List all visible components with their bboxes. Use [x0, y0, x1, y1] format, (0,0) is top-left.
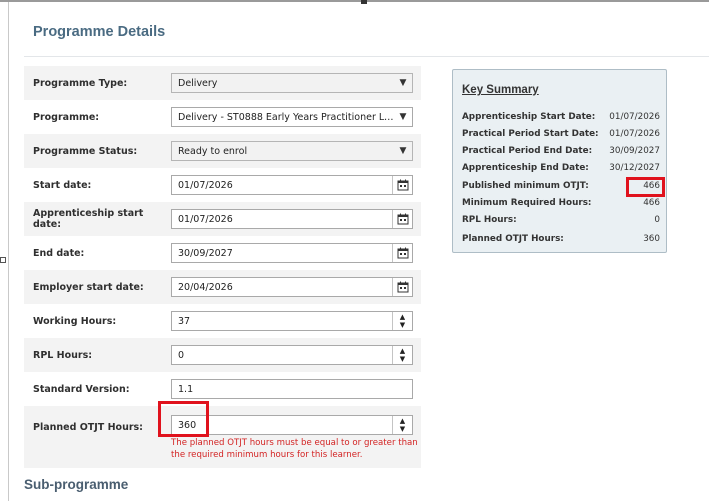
summary-row: Apprenticeship End Date: 30/12/2027 — [462, 161, 660, 175]
working-hours-label: Working Hours: — [33, 315, 117, 327]
row-working-hours: Working Hours: 37 ▲ ▼ — [24, 304, 421, 338]
standard-version-input[interactable]: 1.1 — [171, 379, 413, 399]
start-date-value: 01/07/2026 — [178, 179, 233, 191]
employer-start-date-input[interactable]: 20/04/2026 — [171, 277, 413, 297]
summary-key: Apprenticeship Start Date: — [462, 112, 596, 122]
row-apprenticeship-start-date: Apprenticeship start date: 01/07/2026 — [24, 202, 421, 236]
end-date-value: 30/09/2027 — [178, 247, 233, 259]
row-start-date: Start date: 01/07/2026 — [24, 168, 421, 202]
row-standard-version: Standard Version: 1.1 — [24, 372, 421, 406]
programme-label: Programme: — [33, 111, 100, 123]
programme-status-label: Programme Status: — [33, 145, 138, 157]
row-planned-otjt-hours: Planned OTJT Hours: 360 ▲ ▼ The planned O… — [24, 406, 421, 468]
row-rpl-hours: RPL Hours: 0 ▲ ▼ — [24, 338, 421, 372]
key-summary-title: Key Summary — [462, 84, 539, 96]
summary-row: Practical Period Start Date: 01/07/2026 — [462, 127, 660, 141]
calendar-icon[interactable] — [392, 278, 412, 296]
rpl-hours-input[interactable]: 0 ▲ ▼ — [171, 345, 413, 365]
apprenticeship-start-date-input[interactable]: 01/07/2026 — [171, 209, 413, 229]
summary-value: 360 — [643, 234, 660, 244]
resize-handle[interactable] — [0, 257, 6, 263]
summary-row: Minimum Required Hours: 466 — [462, 196, 660, 210]
summary-key: Minimum Required Hours: — [462, 198, 592, 208]
summary-row: Planned OTJT Hours: 360 — [462, 232, 660, 246]
standard-version-label: Standard Version: — [33, 383, 130, 395]
programme-select[interactable]: Delivery - ST0888 Early Years Practition… — [171, 107, 413, 127]
employer-start-date-label: Employer start date: — [33, 281, 144, 293]
left-border — [8, 2, 9, 501]
chevron-down-icon[interactable]: ▼ — [394, 108, 412, 126]
row-programme-status: Programme Status: Ready to enrol ▼ — [24, 134, 421, 168]
apprenticeship-start-date-value: 01/07/2026 — [178, 213, 233, 225]
sub-programme-title: Sub-programme — [24, 477, 129, 492]
end-date-label: End date: — [33, 247, 85, 259]
calendar-icon[interactable] — [392, 244, 412, 262]
programme-type-label: Programme Type: — [33, 77, 128, 89]
top-border — [0, 0, 709, 2]
summary-key: Published minimum OTJT: — [462, 181, 589, 191]
row-programme: Programme: Delivery - ST0888 Early Years… — [24, 100, 421, 134]
highlight-box-planned-otjt — [158, 401, 209, 437]
start-date-input[interactable]: 01/07/2026 — [171, 175, 413, 195]
top-marker — [361, 0, 367, 4]
key-summary-panel: Key Summary Apprenticeship Start Date: 0… — [452, 69, 667, 253]
calendar-icon[interactable] — [392, 210, 412, 228]
summary-value: 0 — [654, 215, 660, 225]
programme-type-value: Delivery — [178, 77, 218, 89]
row-programme-type: Programme Type: Delivery ▼ — [24, 66, 421, 100]
summary-key: Apprenticeship End Date: — [462, 163, 589, 173]
summary-value: 30/09/2027 — [609, 146, 660, 156]
programme-type-select[interactable]: Delivery ▼ — [171, 73, 413, 93]
employer-start-date-value: 20/04/2026 — [178, 281, 233, 293]
chevron-down-icon[interactable]: ▼ — [394, 142, 412, 160]
chevron-down-icon[interactable]: ▼ — [394, 74, 412, 92]
programme-status-value: Ready to enrol — [178, 145, 248, 157]
spinner-arrows-icon[interactable]: ▲ ▼ — [392, 346, 412, 364]
working-hours-input[interactable]: 37 ▲ ▼ — [171, 311, 413, 331]
summary-key: Practical Period Start Date: — [462, 129, 599, 139]
summary-value: 01/07/2026 — [609, 112, 660, 122]
summary-value: 466 — [643, 198, 660, 208]
planned-otjt-hours-label: Planned OTJT Hours: — [33, 422, 143, 433]
rpl-hours-value: 0 — [178, 349, 185, 361]
programme-form: Programme Type: Delivery ▼ Programme: De… — [24, 66, 421, 468]
calendar-icon[interactable] — [392, 176, 412, 194]
summary-row: Practical Period End Date: 30/09/2027 — [462, 144, 660, 158]
summary-key: RPL Hours: — [462, 215, 517, 225]
rpl-hours-label: RPL Hours: — [33, 349, 93, 361]
summary-key: Planned OTJT Hours: — [462, 234, 564, 244]
apprenticeship-start-date-label: Apprenticeship start date: — [33, 208, 144, 230]
start-date-label: Start date: — [33, 179, 92, 191]
planned-otjt-hours-value: 360 — [178, 419, 197, 431]
row-employer-start-date: Employer start date: 20/04/2026 — [24, 270, 421, 304]
summary-key: Practical Period End Date: — [462, 146, 593, 156]
standard-version-value: 1.1 — [178, 383, 194, 395]
summary-value: 30/12/2027 — [609, 163, 660, 173]
spinner-arrows-icon[interactable]: ▲ ▼ — [392, 416, 412, 434]
planned-otjt-error-message: The planned OTJT hours must be equal to … — [171, 438, 418, 460]
page-title: Programme Details — [33, 24, 166, 40]
highlight-box-published-minimum — [626, 177, 665, 197]
summary-row: Apprenticeship Start Date: 01/07/2026 — [462, 110, 660, 124]
summary-row: RPL Hours: 0 — [462, 213, 660, 227]
working-hours-value: 37 — [178, 315, 191, 327]
programme-value: Delivery - ST0888 Early Years Practition… — [178, 111, 394, 123]
spinner-arrows-icon[interactable]: ▲ ▼ — [392, 312, 412, 330]
programme-status-select[interactable]: Ready to enrol ▼ — [171, 141, 413, 161]
end-date-input[interactable]: 30/09/2027 — [171, 243, 413, 263]
title-divider — [24, 56, 709, 57]
summary-value: 01/07/2026 — [609, 129, 660, 139]
row-end-date: End date: 30/09/2027 — [24, 236, 421, 270]
